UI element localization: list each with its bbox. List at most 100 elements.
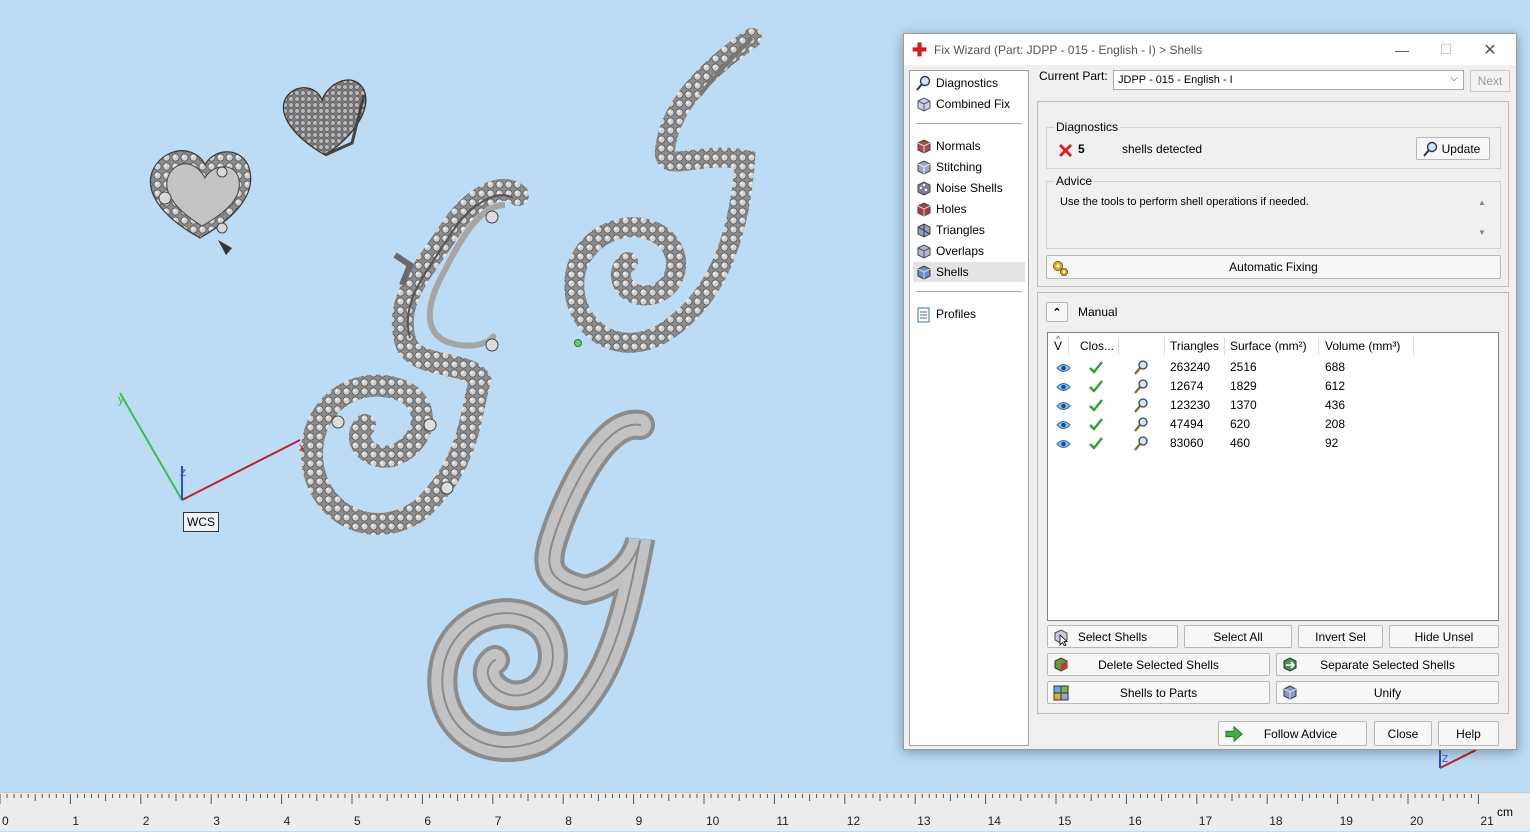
col-header-visible[interactable]: V <box>1054 337 1062 355</box>
automatic-fixing-button[interactable]: Automatic Fixing <box>1046 255 1501 279</box>
nav-item-triangles[interactable]: Triangles <box>913 220 1025 240</box>
red-cross-icon: ✚ <box>912 39 928 60</box>
letter-j-frame-model[interactable] <box>300 179 529 535</box>
auto-panel: Diagnostics 5 shells detected Update Adv… <box>1037 101 1509 287</box>
close-window-button[interactable]: ✕ <box>1468 34 1512 65</box>
ruler-number: 2 <box>143 814 150 828</box>
nav-item-holes[interactable]: Holes <box>913 199 1025 219</box>
hide-unselected-button[interactable]: Hide Unsel <box>1389 625 1499 648</box>
ruler-number: 8 <box>565 814 572 828</box>
letter-j-plain-model[interactable] <box>427 409 655 762</box>
scroll-up-icon[interactable]: ▲ <box>1478 198 1486 207</box>
heart-pave-model[interactable] <box>282 79 367 157</box>
ruler-number: 12 <box>847 814 861 828</box>
ruler: 0 1 2 3 4 5 6 7 8 9 10 11 12 13 14 15 16 17 18 19 20 21 cm <box>0 792 1530 831</box>
eye-icon[interactable] <box>1056 377 1071 396</box>
manual-title: Manual <box>1078 305 1118 319</box>
title-bar[interactable]: ✚ Fix Wizard (Part: JDPP - 015 - English… <box>904 34 1516 65</box>
nav-item-shells[interactable]: Shells <box>913 262 1025 282</box>
wcs-label: WCS <box>183 512 219 532</box>
zoom-to-shell-icon[interactable] <box>1132 377 1150 396</box>
view-cube-icon[interactable]: Z <box>1439 749 1477 769</box>
checkmark-icon <box>1088 415 1104 434</box>
table-row[interactable]: 263240 2516 688 <box>1048 358 1498 377</box>
nav-item-stitching[interactable]: Stitching <box>913 157 1025 177</box>
triangles-icon <box>917 222 931 238</box>
col-header-closed[interactable]: Clos... <box>1080 337 1114 355</box>
nav-item-profiles[interactable]: Profiles <box>913 304 1025 324</box>
letter-j-beaded-model[interactable] <box>564 28 762 353</box>
scroll-down-icon[interactable]: ▼ <box>1478 228 1486 237</box>
eye-icon[interactable] <box>1056 396 1071 415</box>
chevron-up-icon: ⌃ <box>1052 306 1062 319</box>
eye-icon[interactable] <box>1056 415 1071 434</box>
svg-text:Z: Z <box>1442 754 1448 765</box>
col-header-volume[interactable]: Volume (mm³) <box>1325 337 1400 355</box>
checkmark-icon <box>1088 358 1104 377</box>
overlaps-icon <box>917 243 931 259</box>
wizard-nav: Diagnostics Combined Fix Normals Stitchi… <box>909 70 1029 746</box>
ruler-unit: cm <box>1497 805 1513 819</box>
ruler-number: 6 <box>424 814 431 828</box>
unify-icon <box>1283 685 1297 700</box>
table-row[interactable]: 47494 620 208 <box>1048 415 1498 434</box>
eye-icon[interactable] <box>1056 434 1071 453</box>
ruler-number: 13 <box>917 814 931 828</box>
close-button[interactable]: Close <box>1374 721 1432 746</box>
axis-z-label: z <box>180 465 186 479</box>
col-header-surface[interactable]: Surface (mm²) <box>1230 337 1307 355</box>
ruler-number: 1 <box>72 814 79 828</box>
error-x-icon <box>1058 143 1073 158</box>
minimize-button[interactable]: — <box>1380 34 1424 65</box>
unify-button[interactable]: Unify <box>1276 681 1499 704</box>
diagnostics-title: Diagnostics <box>1054 120 1121 134</box>
zoom-to-shell-icon[interactable] <box>1132 415 1150 434</box>
nav-item-diagnostics[interactable]: Diagnostics <box>913 73 1025 93</box>
zoom-to-shell-icon[interactable] <box>1132 434 1150 453</box>
heart-pendant-model[interactable] <box>149 150 252 255</box>
nav-item-noise-shells[interactable]: Noise Shells <box>913 178 1025 198</box>
col-header-triangles[interactable]: Triangles <box>1170 337 1219 355</box>
nav-item-combined-fix[interactable]: Combined Fix <box>913 94 1025 114</box>
dialog-title: Fix Wizard (Part: JDPP - 015 - English -… <box>934 42 1203 57</box>
collapse-manual-button[interactable]: ⌃ <box>1046 302 1068 322</box>
ruler-number: 14 <box>988 814 1002 828</box>
shells-to-parts-icon <box>1053 685 1069 701</box>
select-all-button[interactable]: Select All <box>1184 625 1292 648</box>
shell-count: 5 <box>1078 142 1085 156</box>
separate-selected-shells-button[interactable]: Separate Selected Shells <box>1276 653 1499 676</box>
table-row[interactable]: 123230 1370 436 <box>1048 396 1498 415</box>
current-part-select[interactable]: JDPP - 015 - English - I ⌵ <box>1113 70 1464 90</box>
checkmark-icon <box>1088 377 1104 396</box>
select-shells-button[interactable]: Select Shells <box>1047 625 1178 648</box>
wcs-axes: y x z <box>118 392 305 501</box>
delete-selected-shells-button[interactable]: Delete Selected Shells <box>1047 653 1270 676</box>
help-button[interactable]: Help <box>1438 721 1499 746</box>
invert-selection-button[interactable]: Invert Sel <box>1298 625 1383 648</box>
shells-to-parts-button[interactable]: Shells to Parts <box>1047 681 1270 704</box>
maximize-button[interactable]: ☐ <box>1424 34 1468 65</box>
ruler-number: 21 <box>1480 814 1494 828</box>
ruler-number: 11 <box>776 814 789 828</box>
nav-item-overlaps[interactable]: Overlaps <box>913 241 1025 261</box>
ruler-number: 4 <box>284 814 291 828</box>
zoom-to-shell-icon[interactable] <box>1132 396 1150 415</box>
ruler-number: 0 <box>2 814 9 828</box>
magnifier-icon <box>916 75 931 91</box>
zoom-to-shell-icon[interactable] <box>1132 358 1150 377</box>
ruler-number: 19 <box>1340 814 1354 828</box>
follow-advice-button[interactable]: Follow Advice <box>1218 721 1367 746</box>
advice-group <box>1046 181 1501 249</box>
ruler-number: 18 <box>1269 814 1283 828</box>
shells-table[interactable]: ^ V Clos... Triangles Surface (mm²) Volu… <box>1047 332 1499 621</box>
magnifier-icon <box>1423 141 1438 157</box>
fix-wizard-dialog: ✚ Fix Wizard (Part: JDPP - 015 - English… <box>903 33 1517 750</box>
table-row[interactable]: 12674 1829 612 <box>1048 377 1498 396</box>
table-row[interactable]: 83060 460 92 <box>1048 434 1498 453</box>
nav-item-normals[interactable]: Normals <box>913 136 1025 156</box>
update-button[interactable]: Update <box>1416 137 1490 160</box>
next-button[interactable]: Next <box>1470 70 1510 92</box>
shells-icon <box>917 264 931 280</box>
stitching-icon <box>917 159 931 175</box>
eye-icon[interactable] <box>1056 358 1071 377</box>
